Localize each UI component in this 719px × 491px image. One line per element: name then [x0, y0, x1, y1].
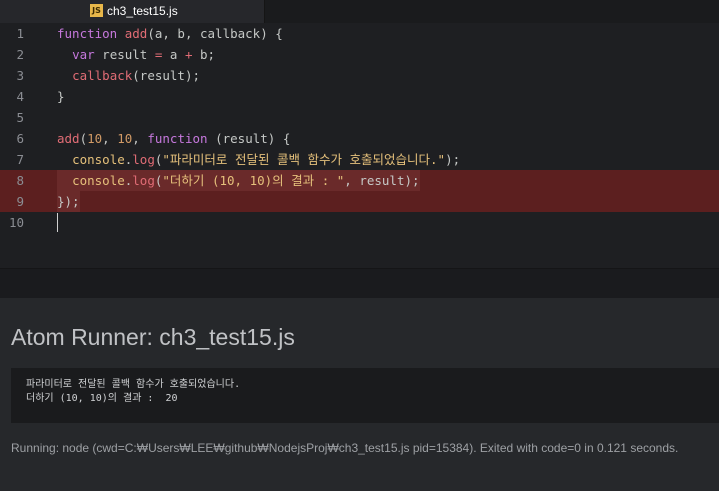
code-editor[interactable]: 1 function add(a, b, callback) { 2 var r…	[0, 23, 719, 268]
code-line[interactable]: 1 function add(a, b, callback) {	[0, 23, 719, 44]
js-file-icon: JS	[90, 4, 103, 17]
code-token: ,	[132, 131, 148, 146]
code-line[interactable]: 2 var result = a + b;	[0, 44, 719, 65]
runner-title: Atom Runner: ch3_test15.js	[11, 324, 295, 350]
line-number: 2	[16, 47, 24, 62]
line-number: 9	[16, 194, 24, 209]
line-number: 5	[16, 110, 24, 125]
runner-status: Running: node (cwd=C:₩Users₩LEE₩github₩N…	[11, 441, 679, 455]
code-token: (a, b, callback) {	[147, 26, 283, 41]
code-token: log	[132, 152, 155, 167]
output-line: 파라미터로 전달된 콜백 함수가 호출되었습니다.	[26, 379, 241, 390]
code-token: log	[132, 173, 155, 188]
code-token: (	[79, 131, 88, 146]
code-token: }	[57, 89, 65, 104]
line-number: 1	[16, 26, 24, 41]
code-line[interactable]: 6 add(10, 10, function (result) {	[0, 128, 719, 149]
code-line[interactable]: 7 console.log("파라미터로 전달된 콜백 함수가 호출되었습니다.…	[0, 149, 719, 170]
line-number: 7	[16, 152, 24, 167]
code-token: result	[94, 47, 155, 62]
line-number: 3	[16, 68, 24, 83]
code-token: callback	[72, 68, 133, 83]
code-token: var	[72, 47, 95, 62]
line-number: 4	[16, 89, 24, 104]
code-token: function	[57, 26, 118, 41]
output-line: 더하기 (10, 10)의 결과 : 20	[26, 393, 178, 404]
code-token: "파라미터로 전달된 콜백 함수가 호출되었습니다."	[162, 152, 446, 167]
code-token: 10	[87, 131, 103, 146]
code-token: b;	[192, 47, 216, 62]
line-number: 10	[8, 215, 24, 230]
code-line[interactable]: 4 }	[0, 86, 719, 107]
code-token: (result);	[132, 68, 201, 83]
code-token: function	[147, 131, 208, 146]
code-line[interactable]: 5	[0, 107, 719, 128]
atom-runner-panel: Atom Runner: ch3_test15.js 파라미터로 전달된 콜백 …	[0, 298, 719, 491]
panel-divider[interactable]	[0, 268, 719, 298]
code-token: (result) {	[207, 131, 291, 146]
code-token: });	[57, 194, 80, 209]
code-token: console	[72, 173, 125, 188]
code-token: add	[57, 131, 80, 146]
code-line-selected[interactable]: 9 });	[0, 191, 719, 212]
code-token: add	[124, 26, 148, 41]
line-number: 8	[16, 173, 24, 188]
tab-title: ch3_test15.js	[107, 4, 178, 18]
code-token: 10	[117, 131, 133, 146]
code-token: a	[162, 47, 185, 62]
code-token: ,	[102, 131, 118, 146]
code-token: +	[184, 47, 193, 62]
tab-bar: JS ch3_test15.js	[0, 0, 719, 23]
runner-output[interactable]: 파라미터로 전달된 콜백 함수가 호출되었습니다. 더하기 (10, 10)의 …	[11, 368, 719, 423]
code-line[interactable]: 10	[0, 212, 719, 233]
line-number: 6	[16, 131, 24, 146]
editor-tab[interactable]: JS ch3_test15.js	[0, 0, 265, 23]
code-token: );	[445, 152, 461, 167]
text-cursor	[57, 213, 58, 232]
code-token: "더하기 (10, 10)의 결과 : "	[162, 173, 345, 188]
code-token: , result);	[344, 173, 420, 188]
code-line[interactable]: 3 callback(result);	[0, 65, 719, 86]
code-token: console	[72, 152, 125, 167]
code-line-selected[interactable]: 8 console.log("더하기 (10, 10)의 결과 : ", res…	[0, 170, 719, 191]
